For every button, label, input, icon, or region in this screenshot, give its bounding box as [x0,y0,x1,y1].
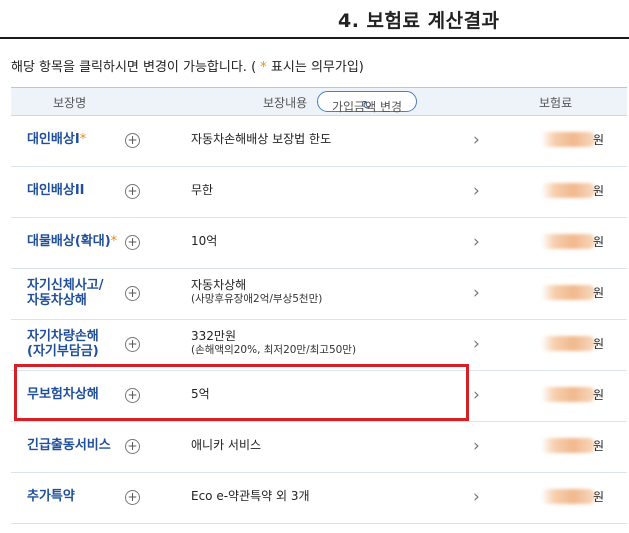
coverage-name-line1: 자기신체사고/ [27,278,104,293]
coverage-content[interactable]: 애니카 서비스 [191,438,261,452]
coverage-name[interactable]: 추가특약 [27,489,75,504]
premium-unit: 원 [593,488,604,505]
table-row[interactable]: 대인배상I* + 자동차손해배상 보장법 한도 › 원 [11,115,627,167]
table-row[interactable]: 대물배상(확대)* + 10억 › 원 [11,217,627,269]
premium-amount-blurred [541,336,595,351]
premium-unit: 원 [593,131,604,148]
plus-circle-icon[interactable]: + [125,133,140,148]
change-amount-button[interactable]: ↻ 가입금액 변경 [317,91,417,114]
chevron-right-icon[interactable]: › [473,385,480,405]
coverage-name[interactable]: 대인배상I* [27,132,86,147]
chevron-right-icon[interactable]: › [473,181,480,201]
unit-text: 원 [593,133,605,147]
coverage-name-text: 대물배상(확대) [27,234,111,249]
chevron-right-icon[interactable]: › [473,487,480,507]
premium-amount-blurred [541,438,595,453]
premium-unit: 원 [593,182,604,199]
notice-star: * [256,60,267,75]
unit-text: 원 [593,439,605,453]
coverage-name[interactable]: 대물배상(확대)* [27,234,117,249]
premium-amount-blurred [541,285,595,300]
coverage-name[interactable]: 자기차량손해 (자기부담금) [27,329,99,359]
plus-circle-icon[interactable]: + [125,184,140,199]
plus-circle-icon[interactable]: + [125,439,140,454]
premium-unit: 원 [593,386,604,403]
coverage-name-line2: (자기부담금) [27,344,99,359]
coverage-name[interactable]: 대인배상II [27,183,85,198]
coverage-name-line2: 자동차상해 [27,293,87,308]
unit-text: 원 [593,184,605,198]
premium-amount-blurred [541,387,595,402]
coverage-content-sub: (손해액의20%, 최저20만/최고50만) [191,344,357,356]
chevron-right-icon[interactable]: › [473,232,480,252]
premium-unit: 원 [593,233,604,250]
table-row[interactable]: 추가특약 + Eco e-약관특약 외 3개 › 원 [11,472,627,524]
premium-amount-blurred [541,234,595,249]
coverage-name[interactable]: 자기신체사고/ 자동차상해 [27,278,104,308]
table-row[interactable]: 대인배상II + 무한 › 원 [11,166,627,218]
header-name: 보장명 [53,96,87,110]
table-row[interactable]: 자기신체사고/ 자동차상해 + 자동차상해 (사망후유장애2억/부상5천만) ›… [11,268,627,320]
premium-amount-blurred [541,183,595,198]
plus-circle-icon[interactable]: + [125,337,140,352]
coverage-content-main: 332만원 [191,329,236,343]
coverage-content[interactable]: 자동차손해배상 보장법 한도 [191,132,331,146]
table-row[interactable]: 긴급출동서비스 + 애니카 서비스 › 원 [11,421,627,473]
unit-text: 원 [593,490,605,504]
premium-amount-blurred [541,489,595,504]
page-title: 4. 보험료 계산결과 [338,10,500,32]
premium-unit: 원 [593,335,604,352]
coverage-name-line1: 자기차량손해 [27,329,99,344]
chevron-right-icon[interactable]: › [473,334,480,354]
change-amount-label: 가입금액 변경 [331,100,403,114]
notice-suffix: 표시는 의무가입) [266,60,364,75]
coverage-content[interactable]: 332만원 (손해액의20%, 최저20만/최고50만) [191,329,356,357]
plus-circle-icon[interactable]: + [125,235,140,250]
premium-unit: 원 [593,284,604,301]
notice-text: 해당 항목을 클릭하시면 변경이 가능합니다. ( * 표시는 의무가입) [11,56,364,75]
chevron-right-icon[interactable]: › [473,283,480,303]
header-content: 보장내용 [263,96,308,110]
coverage-name[interactable]: 긴급출동서비스 [27,438,111,453]
unit-text: 원 [593,286,605,300]
plus-circle-icon[interactable]: + [125,286,140,301]
coverage-name-text: 대인배상I [27,132,80,147]
coverage-content[interactable]: 자동차상해 (사망후유장애2억/부상5천만) [191,278,322,306]
notice-prefix: 해당 항목을 클릭하시면 변경이 가능합니다. ( [11,60,257,75]
required-star: * [79,132,87,147]
premium-unit: 원 [593,437,604,454]
table-header: 보장명 보장내용 ↻ 가입금액 변경 보험료 [11,87,627,116]
required-star: * [110,234,118,249]
title-divider [0,37,629,39]
highlight-box [14,364,469,421]
coverage-content[interactable]: 무한 [191,183,213,197]
unit-text: 원 [593,235,605,249]
header-premium: 보험료 [539,96,573,110]
plus-circle-icon[interactable]: + [125,490,140,505]
unit-text: 원 [593,337,605,351]
coverage-content-sub: (사망후유장애2억/부상5천만) [191,293,323,305]
chevron-right-icon[interactable]: › [473,130,480,150]
coverage-content-main: 자동차상해 [191,278,247,292]
premium-amount-blurred [541,132,595,147]
unit-text: 원 [593,388,605,402]
coverage-content[interactable]: 10억 [191,234,217,248]
chevron-right-icon[interactable]: › [473,436,480,456]
coverage-content[interactable]: Eco e-약관특약 외 3개 [191,489,310,503]
